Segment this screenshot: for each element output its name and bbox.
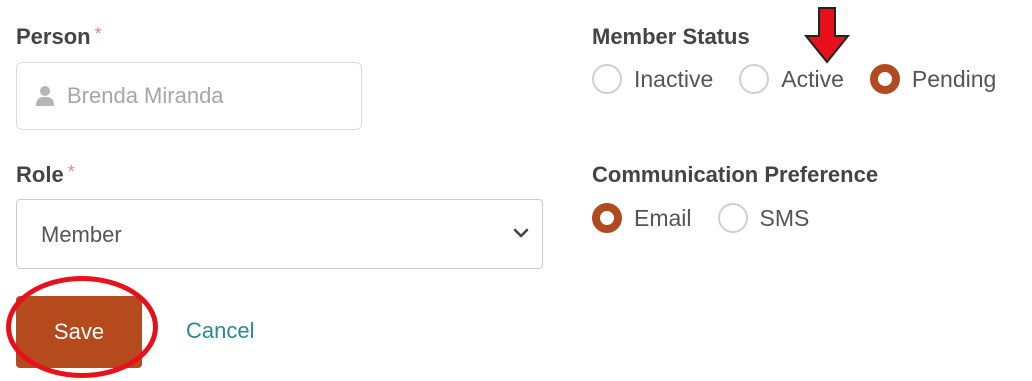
role-select[interactable]: Member <box>16 199 543 269</box>
radio-circle-checked <box>592 203 622 233</box>
radio-sms[interactable]: SMS <box>717 203 810 233</box>
radio-active[interactable]: Active <box>739 64 844 94</box>
member-status-group: Inactive Active Pending <box>592 64 1022 94</box>
person-field[interactable]: Brenda Miranda <box>16 62 362 130</box>
radio-label: SMS <box>759 204 810 231</box>
radio-label: Pending <box>911 65 997 92</box>
radio-circle-checked <box>869 64 900 94</box>
save-button[interactable]: Save <box>16 296 142 368</box>
required-mark: * <box>67 162 75 182</box>
member-status-label: Member Status <box>592 24 750 49</box>
radio-circle <box>717 203 748 233</box>
annotation-arrow-down-icon <box>804 7 850 64</box>
communication-label: Communication Preference <box>592 162 879 187</box>
radio-circle <box>592 64 622 94</box>
radio-label: Email <box>634 204 692 231</box>
radio-email[interactable]: Email <box>592 203 692 233</box>
person-label: Person * <box>16 24 102 50</box>
radio-inactive[interactable]: Inactive <box>592 64 713 94</box>
radio-pending[interactable]: Pending <box>869 64 997 94</box>
required-mark: * <box>94 24 102 44</box>
chevron-down-icon <box>513 228 529 238</box>
communication-group: Email SMS <box>592 203 835 233</box>
role-label: Role * <box>16 162 75 188</box>
role-label-text: Role <box>16 162 64 187</box>
person-label-text: Person <box>16 24 91 49</box>
user-icon <box>36 86 54 106</box>
person-value: Brenda Miranda <box>67 83 224 108</box>
radio-label: Active <box>781 65 844 92</box>
cancel-link[interactable]: Cancel <box>186 318 254 344</box>
radio-circle <box>739 64 770 94</box>
role-selected-value: Member <box>41 222 122 247</box>
radio-label: Inactive <box>634 65 714 92</box>
